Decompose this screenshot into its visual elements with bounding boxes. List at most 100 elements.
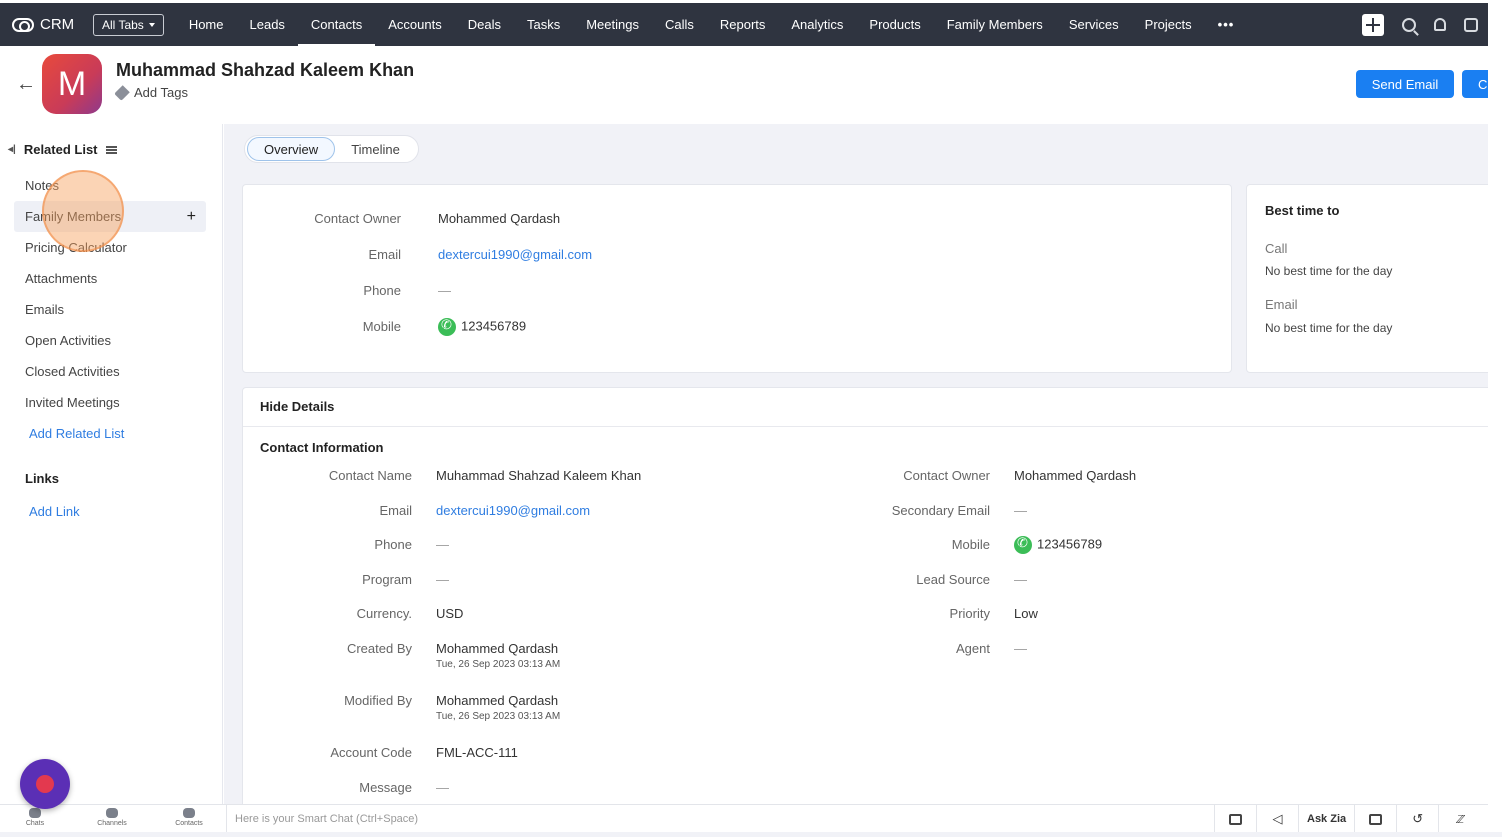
nav-projects[interactable]: Projects xyxy=(1132,3,1205,46)
contacts-icon xyxy=(183,808,195,818)
email-value[interactable]: dextercui1990@gmail.com xyxy=(438,247,592,262)
field-value[interactable]: Mohammed Qardash Tue, 26 Sep 2023 03:13 … xyxy=(436,693,560,722)
details-card: Hide Details Contact Information Contact… xyxy=(242,387,1496,817)
zia-voice-button[interactable]: ℤ xyxy=(1438,805,1480,833)
history-button[interactable]: ↺ xyxy=(1396,805,1438,833)
nav-right-tools xyxy=(1362,3,1488,46)
module-tabs: Home Leads Contacts Accounts Deals Tasks… xyxy=(176,3,1247,46)
bottom-gutter xyxy=(0,832,1502,837)
field-label: Contact Name xyxy=(328,468,412,483)
field-value[interactable]: USD xyxy=(436,606,463,621)
contact-owner-label: Contact Owner xyxy=(314,211,401,226)
phone-label: Phone xyxy=(363,283,401,298)
field-value[interactable]: — xyxy=(436,537,449,552)
nav-contacts[interactable]: Contacts xyxy=(297,3,376,46)
field-label: Mobile xyxy=(951,537,990,552)
signals-button[interactable] xyxy=(1354,805,1396,833)
field-value[interactable]: Low xyxy=(1014,606,1038,621)
field-label: Email xyxy=(379,503,412,518)
screen-share-button[interactable] xyxy=(1214,805,1256,833)
field-value[interactable]: — xyxy=(1014,572,1027,587)
divider xyxy=(243,426,1495,427)
nav-analytics[interactable]: Analytics xyxy=(778,3,856,46)
field-value[interactable]: 123456789 xyxy=(1014,536,1102,554)
related-item-attachments[interactable]: Attachments xyxy=(14,263,206,294)
nav-home[interactable]: Home xyxy=(176,3,237,46)
tag-icon xyxy=(114,84,130,101)
related-item-invited-meetings[interactable]: Invited Meetings xyxy=(14,387,206,418)
nav-reports[interactable]: Reports xyxy=(707,3,779,46)
ask-zia-button[interactable]: Ask Zia xyxy=(1298,805,1354,833)
field-label: Phone xyxy=(374,537,412,552)
monitor-icon xyxy=(1229,813,1242,825)
best-time-card: Best time to Call No best time for the d… xyxy=(1246,184,1496,373)
field-value-email[interactable]: dextercui1990@gmail.com xyxy=(436,503,590,518)
smart-chat-input[interactable]: Here is your Smart Chat (Ctrl+Space) xyxy=(226,805,1211,833)
chats-button[interactable]: Chats xyxy=(15,808,55,827)
crm-logo-icon xyxy=(12,17,34,32)
bell-icon[interactable] xyxy=(1434,18,1446,31)
nav-family-members[interactable]: Family Members xyxy=(934,3,1056,46)
phone-call-icon[interactable] xyxy=(1014,536,1032,554)
nav-more-icon[interactable]: ••• xyxy=(1205,3,1248,46)
chats-label: Chats xyxy=(25,820,45,827)
field-label: Secondary Email xyxy=(891,503,990,518)
crm-brand[interactable]: CRM xyxy=(0,16,93,33)
send-email-button[interactable]: Send Email xyxy=(1356,70,1454,98)
field-label: Created By xyxy=(346,641,412,656)
field-label: Priority xyxy=(949,606,990,621)
add-link[interactable]: Add Link xyxy=(29,504,80,519)
nav-deals[interactable]: Deals xyxy=(455,3,514,46)
related-item-emails[interactable]: Emails xyxy=(14,294,206,325)
field-value[interactable]: FML-ACC-111 xyxy=(436,745,518,760)
collapse-sidebar-icon[interactable]: ◂| xyxy=(8,144,16,155)
field-value[interactable]: — xyxy=(436,780,449,795)
related-item-open-activities[interactable]: Open Activities xyxy=(14,325,206,356)
contacts-button[interactable]: Contacts xyxy=(169,808,209,827)
nav-tasks[interactable]: Tasks xyxy=(514,3,573,46)
nav-calls[interactable]: Calls xyxy=(652,3,707,46)
tab-timeline[interactable]: Timeline xyxy=(335,137,416,161)
top-navigation-bar: CRM All Tabs Home Leads Contacts Account… xyxy=(0,0,1488,46)
best-time-call-label: Call xyxy=(1265,241,1288,256)
secondary-action-button[interactable]: C xyxy=(1462,70,1488,98)
back-arrow-icon[interactable]: ← xyxy=(16,73,36,96)
related-item-closed-activities[interactable]: Closed Activities xyxy=(14,356,206,387)
phone-call-icon[interactable] xyxy=(438,318,456,336)
add-plus-icon[interactable]: + xyxy=(187,208,196,226)
phone-value[interactable]: — xyxy=(438,283,451,298)
channels-icon xyxy=(106,808,118,818)
field-value[interactable]: — xyxy=(1014,641,1027,656)
search-icon[interactable] xyxy=(1402,17,1416,32)
field-value[interactable]: — xyxy=(436,572,449,587)
plus-icon[interactable] xyxy=(1362,13,1384,36)
field-label: Agent xyxy=(956,641,990,656)
channels-button[interactable]: Channels xyxy=(92,808,132,827)
main-content: Overview Timeline Contact Owner Mohammed… xyxy=(224,124,1496,817)
nav-services[interactable]: Services xyxy=(1056,3,1132,46)
contacts-label: Contacts xyxy=(175,820,203,827)
related-list-header: ◂| Related List xyxy=(8,142,117,157)
chat-bot-fab[interactable] xyxy=(20,759,70,809)
nav-meetings[interactable]: Meetings xyxy=(573,3,652,46)
field-value[interactable]: Mohammed Qardash Tue, 26 Sep 2023 03:13 … xyxy=(436,641,560,670)
nav-leads[interactable]: Leads xyxy=(237,3,298,46)
modified-by-name: Mohammed Qardash xyxy=(436,693,559,708)
add-tags-link[interactable]: Add Tags xyxy=(114,84,188,101)
mobile-value[interactable]: 123456789 xyxy=(438,318,526,336)
all-tabs-dropdown[interactable]: All Tabs xyxy=(93,13,164,36)
field-value[interactable]: Mohammed Qardash xyxy=(1014,468,1136,483)
hide-details-toggle[interactable]: Hide Details xyxy=(260,399,334,414)
nav-accounts[interactable]: Accounts xyxy=(375,3,454,46)
setup-icon[interactable] xyxy=(1464,17,1478,32)
tab-overview[interactable]: Overview xyxy=(247,137,336,161)
nav-products[interactable]: Products xyxy=(856,3,933,46)
field-value[interactable]: Muhammad Shahzad Kaleem Khan xyxy=(436,468,641,483)
field-label: Contact Owner xyxy=(903,468,990,483)
add-related-list-link[interactable]: Add Related List xyxy=(14,418,206,449)
avatar[interactable]: M xyxy=(42,54,102,114)
contact-owner-value[interactable]: Mohammed Qardash xyxy=(438,211,560,226)
announcement-button[interactable]: ◁ xyxy=(1256,805,1298,833)
field-value[interactable]: — xyxy=(1014,503,1027,518)
menu-icon[interactable] xyxy=(105,145,117,154)
